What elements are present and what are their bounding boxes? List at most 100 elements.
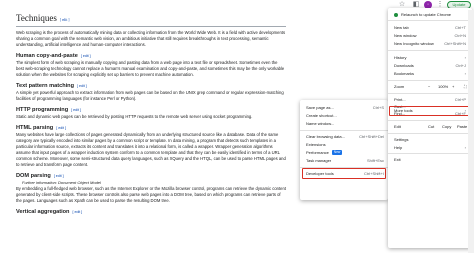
menu-item-shortcut: Ctrl+P (454, 97, 466, 102)
developer-tools-highlight (302, 168, 386, 179)
menu-item-shortcut: Ctrl+T (455, 25, 466, 30)
menu-item-downloads[interactable]: Downloads Ctrl+J (394, 62, 470, 69)
update-dot-icon (394, 12, 398, 17)
section-heading-text: HTML parsing (16, 125, 54, 131)
menu-divider (388, 20, 472, 21)
menu-item-exit[interactable]: Exit (394, 156, 470, 163)
section-paragraph: The simplest form of web scraping is man… (16, 60, 285, 77)
section-paragraph: By embedding a full-fledged web browser,… (16, 186, 286, 203)
menu-item-label: New window (394, 33, 417, 38)
menu-divider (388, 50, 472, 51)
section-paragraph: Static and dynamic web pages can be retr… (16, 114, 253, 119)
menu-item-label: New Incognito window (394, 41, 434, 46)
menu-item-extensions[interactable]: Extensions (306, 141, 386, 148)
menu-item-label: New tab (394, 25, 409, 30)
menu-item-print[interactable]: Print... Ctrl+P (394, 96, 470, 103)
menu-item-help[interactable]: Help › (394, 144, 470, 151)
menu-divider (388, 133, 472, 134)
menu-item-label: History (394, 55, 407, 60)
menu-item-name-window[interactable]: Name window... (306, 120, 386, 127)
article-content: Techniques[ edit ] Web scraping is the p… (16, 12, 286, 216)
paste-button[interactable]: Paste (457, 123, 467, 130)
menu-item-performance[interactable]: Performance New (306, 149, 386, 156)
menu-divider (388, 80, 472, 81)
menu-item-save-page[interactable]: Save page as... Ctrl+S (306, 104, 386, 111)
menu-item-settings[interactable]: Settings (394, 136, 470, 143)
section-heading: HTTP programming[ edit ] (16, 106, 286, 114)
page-title: Techniques[ edit ] (16, 12, 286, 27)
zoom-in-button[interactable]: + (452, 83, 454, 90)
edit-link[interactable]: [ edit ] (72, 210, 82, 214)
section-heading: DOM parsing[ edit ] (16, 172, 286, 180)
edit-link[interactable]: [ edit ] (56, 126, 66, 130)
section-heading: HTML parsing[ edit ] (16, 124, 286, 132)
section-heading-text: Human copy-and-paste (16, 53, 78, 59)
menu-item-new-tab[interactable]: New tab Ctrl+T (394, 24, 470, 31)
menu-item-label: Help (394, 145, 403, 150)
menu-item-new-window[interactable]: New window Ctrl+N (394, 32, 470, 39)
menu-item-history[interactable]: History › (394, 54, 470, 61)
menu-item-shortcut: Ctrl+N (454, 33, 466, 38)
menu-divider (388, 93, 472, 94)
menu-item-shortcut: Ctrl+Shift+Del (359, 134, 384, 139)
intro-paragraph: Web scraping is the process of automatic… (16, 30, 286, 47)
menu-item-task-manager[interactable]: Task manager Shift+Esc (306, 157, 386, 164)
more-tools-highlight (389, 106, 471, 116)
menu-item-label: Name window... (306, 121, 335, 126)
zoom-row: Zoom − 100% + ⛶ (394, 83, 470, 90)
more-tools-submenu: Save page as... Ctrl+S Create shortcut...… (300, 100, 388, 200)
fullscreen-icon[interactable]: ⛶ (464, 83, 467, 90)
section-heading: Vertical aggregation[ edit ] (16, 208, 286, 216)
new-badge: New (331, 150, 343, 156)
menu-item-label: Settings (394, 137, 409, 142)
zoom-label: Zoom (394, 84, 405, 89)
chevron-right-icon: › (464, 55, 466, 60)
menu-divider (300, 130, 388, 131)
edit-label: Edit (394, 124, 401, 129)
chevron-right-icon: › (464, 71, 466, 76)
menu-item-create-shortcut[interactable]: Create shortcut... (306, 112, 386, 119)
menu-item-label: Bookmarks (394, 71, 415, 76)
menu-item-shortcut: Ctrl+S (372, 105, 384, 110)
menu-item-label: Downloads (394, 63, 414, 68)
menu-item-relaunch[interactable]: Relaunch to update Chrome (394, 11, 470, 18)
menu-item-label: Task manager (306, 158, 332, 163)
zoom-value: 100% (438, 84, 449, 89)
menu-item-label: Clear browsing data... (306, 134, 345, 139)
menu-item-label: Performance (306, 150, 329, 155)
chevron-right-icon: › (464, 145, 466, 150)
menu-divider (388, 153, 472, 154)
menu-item-label: Exit (394, 157, 401, 162)
section-heading-text: HTTP programming (16, 107, 69, 113)
page-title-text: Techniques (16, 13, 57, 23)
edit-link[interactable]: [ edit ] (54, 174, 64, 178)
menu-item-label: Save page as... (306, 105, 334, 110)
section-heading: Human copy-and-paste[ edit ] (16, 52, 286, 60)
menu-item-label: Create shortcut... (306, 113, 337, 118)
menu-item-shortcut: Shift+Esc (366, 158, 384, 163)
edit-link[interactable]: [ edit ] (81, 54, 91, 58)
section-heading-text: Vertical aggregation (16, 209, 70, 215)
menu-item-label: Relaunch to update Chrome (401, 12, 452, 17)
menu-item-clear-browsing-data[interactable]: Clear browsing data... Ctrl+Shift+Del (306, 133, 386, 140)
zoom-out-button[interactable]: − (428, 83, 430, 90)
section-heading: Text pattern matching[ edit ] (16, 82, 286, 90)
cut-button[interactable]: Cut (428, 123, 434, 130)
copy-button[interactable]: Copy (442, 123, 451, 130)
edit-link[interactable]: [ edit ] (60, 18, 70, 22)
menu-item-shortcut: Ctrl+J (455, 63, 466, 68)
menu-item-label: Extensions (306, 142, 326, 147)
menu-item-shortcut: Ctrl+Shift+N (444, 41, 466, 46)
edit-link[interactable]: [ edit ] (77, 84, 87, 88)
edit-link[interactable]: [ edit ] (71, 108, 81, 112)
edit-row: Edit Cut Copy Paste (394, 123, 470, 130)
section-paragraph: Many websites have large collections of … (16, 132, 286, 167)
section-paragraph: A simple yet powerful approach to extrac… (16, 90, 284, 101)
menu-item-new-incognito-window[interactable]: New Incognito window Ctrl+Shift+N (394, 40, 470, 47)
section-heading-text: DOM parsing (16, 173, 51, 179)
menu-item-bookmarks[interactable]: Bookmarks › (394, 70, 470, 77)
menu-divider (388, 120, 472, 121)
chrome-main-menu: Relaunch to update Chrome New tab Ctrl+T … (388, 8, 472, 248)
scrollbar[interactable] (468, 10, 474, 253)
section-heading-text: Text pattern matching (16, 83, 75, 89)
